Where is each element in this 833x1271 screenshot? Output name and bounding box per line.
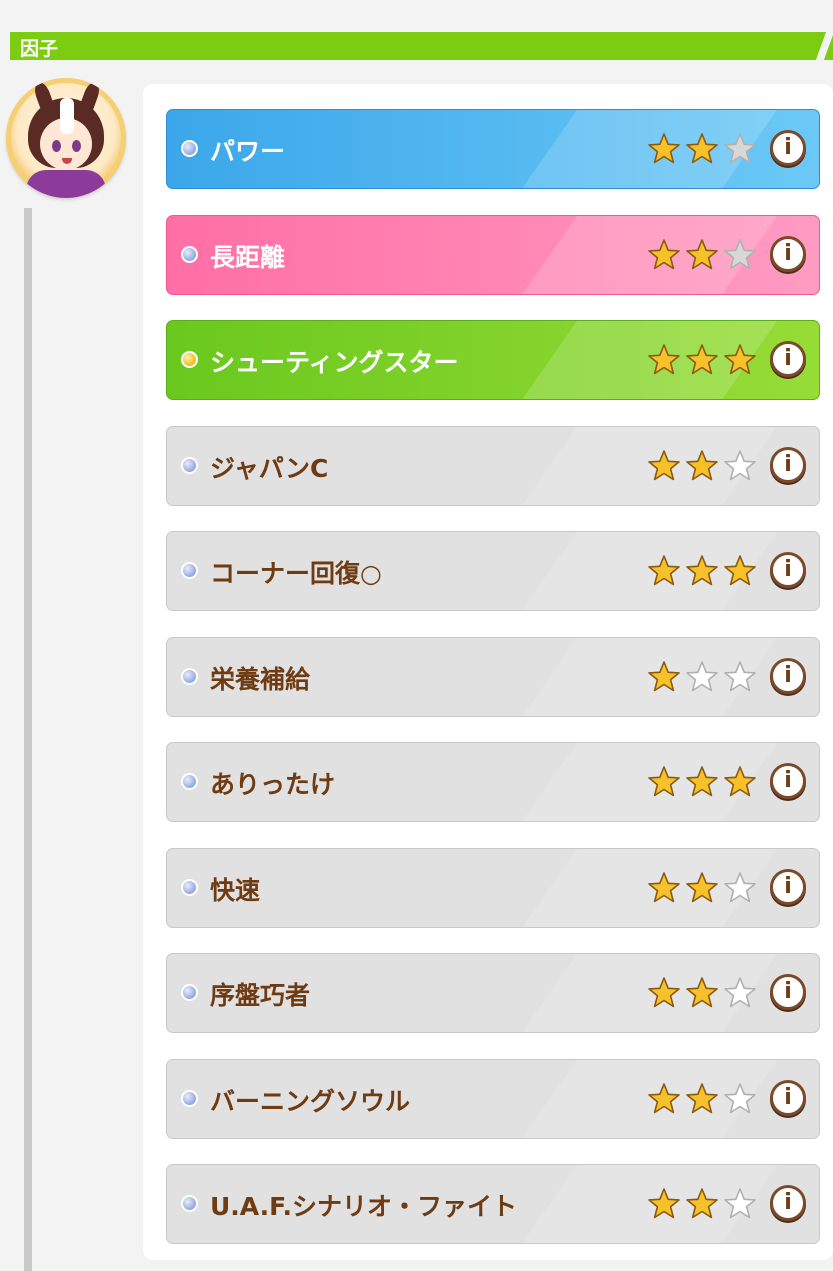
star-empty-icon xyxy=(686,660,718,691)
star-filled-icon xyxy=(648,1188,680,1219)
info-button[interactable]: i xyxy=(770,130,806,166)
factor-dot-icon xyxy=(181,773,198,790)
section-title: 因子 xyxy=(20,38,59,60)
star-filled-icon xyxy=(648,1082,680,1113)
star-filled-icon xyxy=(686,238,718,269)
factor-row[interactable]: 長距離 i xyxy=(166,214,820,295)
info-button[interactable]: i xyxy=(770,868,806,905)
info-button[interactable]: i xyxy=(770,446,806,483)
character-avatar[interactable] xyxy=(6,78,126,198)
factor-section-header: 因子 xyxy=(10,32,833,60)
star-empty-icon xyxy=(724,238,756,269)
star-filled-icon xyxy=(686,871,718,902)
info-button[interactable]: i xyxy=(770,974,806,1010)
factor-row[interactable]: パワー i xyxy=(166,109,820,189)
factor-name: 快速 xyxy=(210,875,261,905)
star-empty-icon xyxy=(724,660,756,691)
star-filled-icon xyxy=(686,555,718,586)
unique-factor-dot-icon xyxy=(181,351,198,368)
factor-list-panel: パワー i 長距離 i シューティングスター i ジャパンC i コーナー回復○ i 栄養補給 i あり… xyxy=(143,84,833,1260)
star-filled-icon xyxy=(686,977,718,1008)
star-filled-icon xyxy=(686,344,718,375)
star-filled-icon xyxy=(724,344,756,375)
factor-dot-icon xyxy=(181,1195,198,1212)
star-filled-icon xyxy=(648,766,680,797)
info-button[interactable]: i xyxy=(770,552,806,588)
factor-row[interactable]: ありったけ i xyxy=(166,742,820,822)
factor-name: ありったけ xyxy=(210,770,336,799)
star-filled-icon xyxy=(686,1188,718,1219)
star-empty-icon xyxy=(724,1188,756,1219)
info-button[interactable]: i xyxy=(770,235,806,272)
info-button[interactable]: i xyxy=(770,657,806,694)
star-filled-icon xyxy=(686,766,718,797)
factor-dot-icon xyxy=(181,984,198,1001)
factor-row[interactable]: 序盤巧者 i xyxy=(166,953,820,1033)
factor-row[interactable]: 快速 i xyxy=(166,847,820,928)
factor-row[interactable]: コーナー回復○ i xyxy=(166,531,820,611)
factor-dot-icon xyxy=(181,140,198,157)
star-filled-icon xyxy=(648,555,680,586)
info-button[interactable]: i xyxy=(770,1185,806,1221)
star-filled-icon xyxy=(648,449,680,480)
star-empty-icon xyxy=(724,1082,756,1113)
star-filled-icon xyxy=(686,1082,718,1113)
factor-name: 長距離 xyxy=(210,242,286,272)
factor-name: U.A.F.シナリオ・ファイト xyxy=(210,1192,518,1221)
factor-row[interactable]: 栄養補給 i xyxy=(166,636,820,717)
star-filled-icon xyxy=(648,238,680,269)
factor-name: コーナー回復○ xyxy=(210,559,382,588)
header-slash-decoration xyxy=(815,32,833,60)
factor-row[interactable]: U.A.F.シナリオ・ファイト i xyxy=(166,1164,820,1244)
star-filled-icon xyxy=(686,133,718,164)
star-filled-icon xyxy=(724,766,756,797)
star-filled-icon xyxy=(686,449,718,480)
star-filled-icon xyxy=(648,871,680,902)
factor-row[interactable]: ジャパンC i xyxy=(166,425,820,506)
factor-name: ジャパンC xyxy=(210,453,329,483)
factor-name: バーニングソウル xyxy=(210,1086,411,1116)
factor-dot-icon xyxy=(181,667,198,685)
factor-name: シューティングスター xyxy=(210,348,459,377)
star-empty-icon xyxy=(724,449,756,480)
star-filled-icon xyxy=(648,133,680,164)
factor-row[interactable]: バーニングソウル i xyxy=(166,1058,820,1139)
star-filled-icon xyxy=(648,344,680,375)
factor-dot-icon xyxy=(181,878,198,896)
factor-name: パワー xyxy=(210,137,286,166)
info-button[interactable]: i xyxy=(770,763,806,799)
star-empty-icon xyxy=(724,977,756,1008)
star-filled-icon xyxy=(724,555,756,586)
info-button[interactable]: i xyxy=(770,341,806,377)
star-empty-icon xyxy=(724,133,756,164)
timeline-line xyxy=(24,208,32,1271)
factor-dot-icon xyxy=(181,456,198,474)
factor-dot-icon xyxy=(181,1089,198,1107)
factor-row[interactable]: シューティングスター i xyxy=(166,320,820,400)
factor-name: 栄養補給 xyxy=(210,664,311,694)
star-filled-icon xyxy=(648,660,680,691)
star-filled-icon xyxy=(648,977,680,1008)
factor-dot-icon xyxy=(181,562,198,579)
factor-name: 序盤巧者 xyxy=(210,981,311,1010)
info-button[interactable]: i xyxy=(770,1079,806,1116)
factor-dot-icon xyxy=(181,245,198,263)
star-empty-icon xyxy=(724,871,756,902)
